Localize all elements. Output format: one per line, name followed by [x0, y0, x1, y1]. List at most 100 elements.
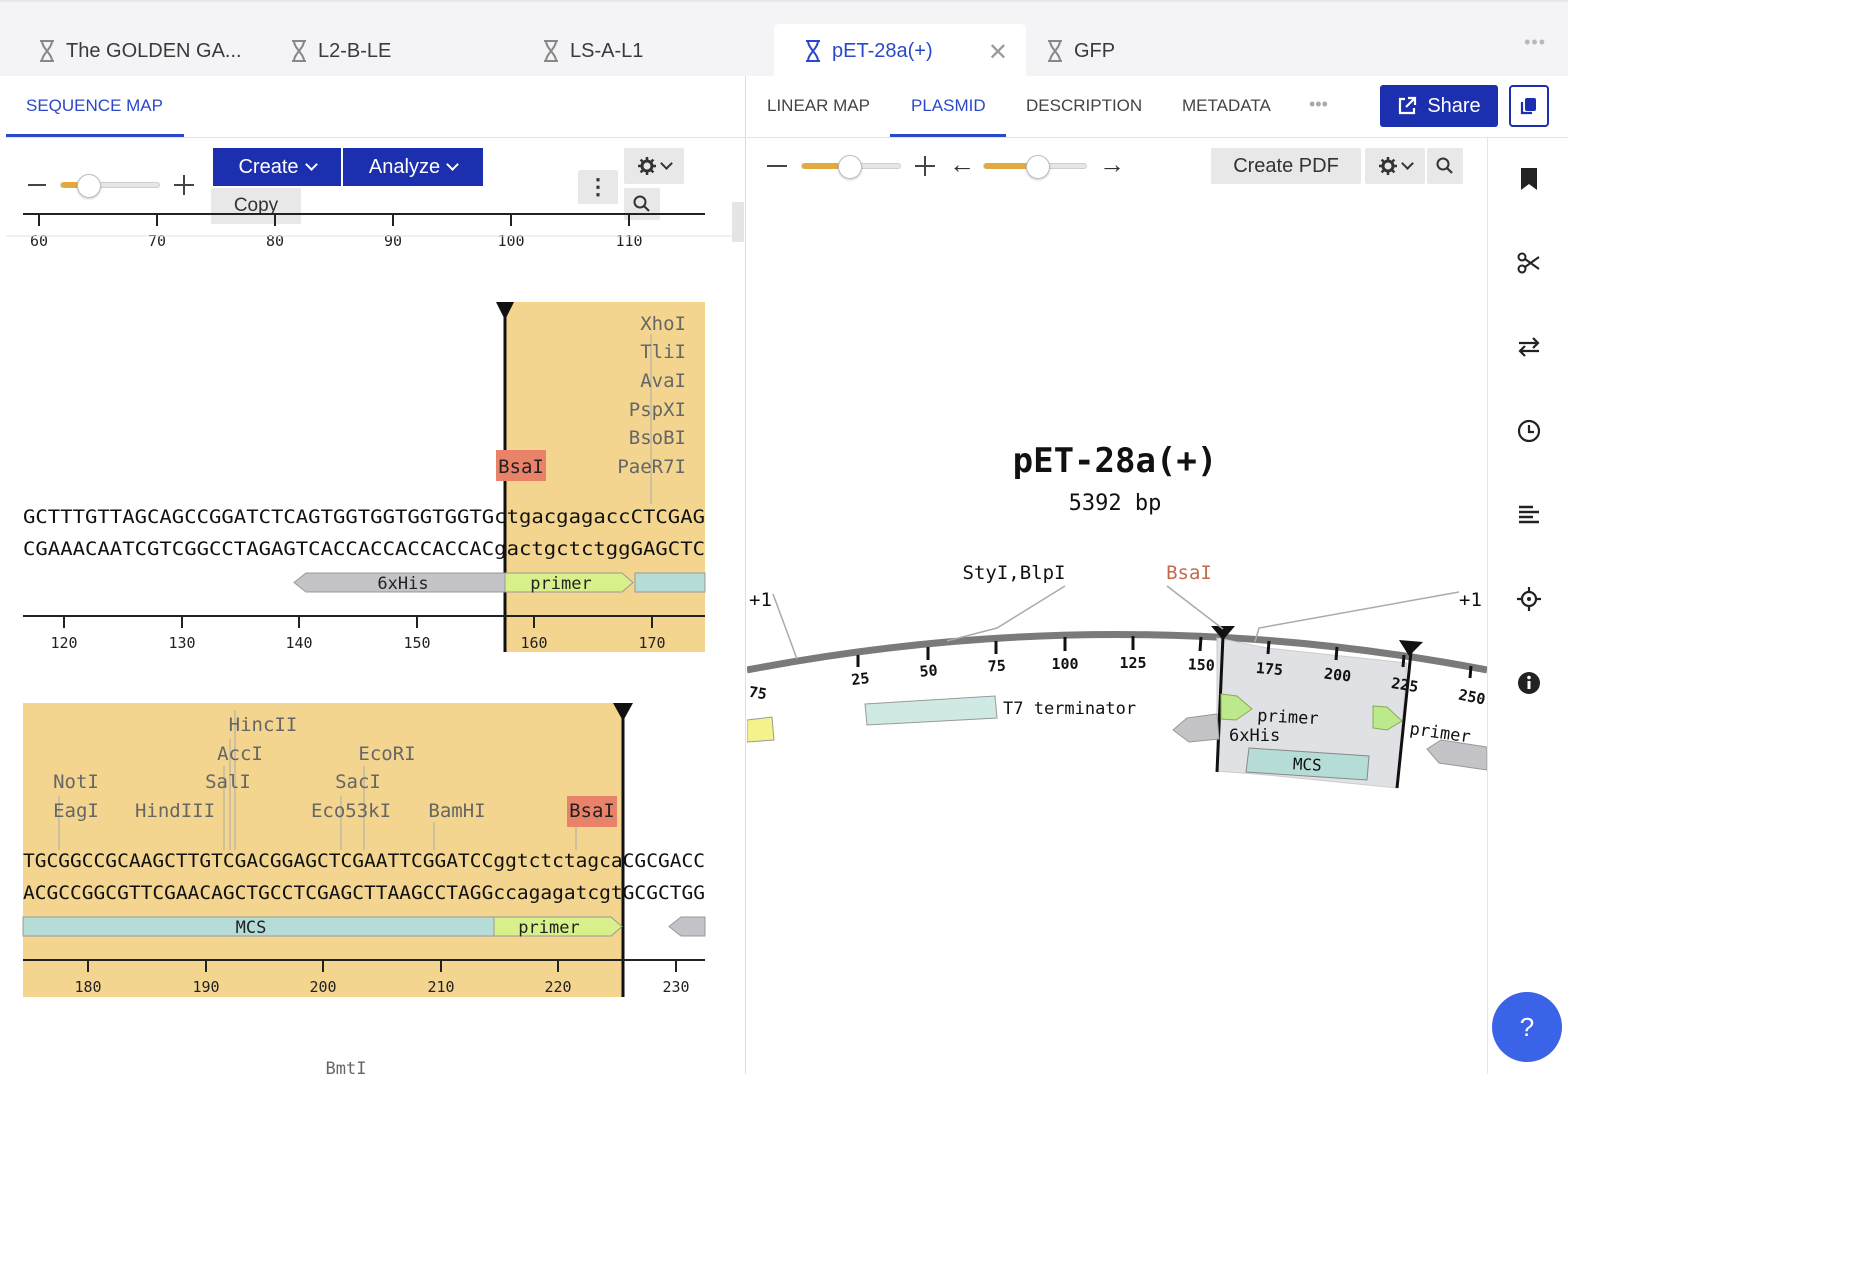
ruler-tick-label: 230	[662, 978, 689, 996]
enzyme-label[interactable]: BmtI	[326, 1059, 367, 1074]
swap-icon[interactable]	[1516, 334, 1542, 360]
info-icon[interactable]	[1516, 670, 1542, 696]
enzyme-label-plus1-left[interactable]: +1	[749, 589, 772, 611]
top-strand-sequence[interactable]: TGCGGCCGCAAGCTTGTCGACGGAGCTCGAATTCGGATCC…	[23, 850, 705, 872]
analyze-button-label: Analyze	[368, 155, 441, 178]
doc-tab-golden-gate[interactable]: The GOLDEN GA...	[8, 24, 258, 78]
dna-icon	[1048, 40, 1062, 62]
bottom-strand-sequence[interactable]: ACGCCGGCGTTCGAACAGCTGCCTCGAGCTTAAGCCTAGG…	[23, 882, 705, 904]
doc-tab-label: GFP	[1074, 39, 1116, 62]
plasmid-name: pET-28a(+)	[1013, 441, 1218, 481]
crosshair-icon[interactable]	[1516, 586, 1542, 612]
tab-description[interactable]: DESCRIPTION	[1026, 96, 1142, 116]
zoom-slider[interactable]	[60, 174, 160, 198]
feature-6xhis-continuation[interactable]	[668, 916, 706, 937]
top-strand-sequence[interactable]: GCTTTGTTAGCAGCCGGATCTCAGTGGTGGTGGTGGTG ct…	[23, 506, 705, 528]
plasmid-tick-label: 175	[1255, 659, 1284, 679]
copy-icon-button[interactable]	[1509, 85, 1549, 127]
ruler-tick-label: 80	[266, 232, 284, 250]
zoom-out-icon[interactable]	[28, 184, 46, 186]
chevron-down-icon	[304, 158, 318, 171]
plasmid-map-canvas: pET-28a(+) 5392 bp 75 25 50 75 100 125 1…	[747, 441, 1487, 789]
enzyme-label[interactable]: EagI	[53, 800, 99, 822]
feature-6xhis[interactable]	[1172, 713, 1220, 743]
more-options-icon[interactable]: ⋮	[578, 170, 618, 204]
doc-tab-label: The GOLDEN GA...	[66, 39, 242, 62]
rotate-left-icon[interactable]: ←	[949, 151, 975, 177]
sequence-map-panel: SEQUENCE MAP Create Analyze Copy ⋮ 60 70…	[6, 76, 746, 1074]
ruler-tick-label: 110	[615, 232, 642, 250]
enzyme-label[interactable]: SalI	[205, 771, 251, 793]
settings-dropdown[interactable]	[624, 148, 684, 184]
enzyme-label[interactable]: PaeR7I	[617, 456, 686, 478]
enzyme-label[interactable]: BsoBI	[629, 427, 686, 449]
plasmid-tick-label: 150	[1187, 655, 1215, 674]
enzyme-label[interactable]: EcoRI	[358, 743, 415, 765]
enzyme-label-bsai[interactable]: BsaI	[1166, 562, 1212, 584]
zoom-slider-knob[interactable]	[77, 174, 101, 198]
sequence-block-2: HincII AccI SalI NotI EagI HindIII EcoRI…	[22, 703, 706, 1074]
feature-t7-terminator[interactable]	[864, 695, 998, 726]
feature-his-fragment[interactable]	[1426, 739, 1487, 771]
enzyme-label[interactable]: PspXI	[629, 399, 686, 421]
zoom-out-icon[interactable]	[767, 165, 787, 167]
bookmark-icon[interactable]	[1516, 166, 1542, 192]
tab-metadata[interactable]: METADATA	[1182, 96, 1271, 116]
side-toolbar	[1487, 138, 1568, 1074]
create-button[interactable]: Create	[213, 148, 341, 186]
bottom-strand-sequence[interactable]: CGAAACAATCGTCGGCCTAGAGTCACCACCACCACCAC ga…	[23, 538, 705, 560]
ruler-tick-label: 170	[638, 634, 665, 652]
more-tabs-icon[interactable]: •••	[1309, 94, 1328, 115]
enzyme-label[interactable]: Eco53kI	[311, 800, 391, 822]
feature-label: T7 terminator	[1003, 699, 1136, 719]
close-tab-icon[interactable]: ✕	[988, 38, 1008, 67]
align-left-icon[interactable]	[1516, 502, 1542, 528]
enzyme-label[interactable]: NotI	[53, 771, 99, 793]
plasmid-tick-label: 200	[1323, 664, 1352, 685]
enzyme-label-styi-blpi[interactable]: StyI,BlpI	[963, 562, 1066, 584]
history-icon[interactable]	[1516, 418, 1542, 444]
search-button[interactable]	[1427, 148, 1463, 184]
ruler-tick-label: 70	[148, 232, 166, 250]
create-pdf-button[interactable]: Create PDF	[1211, 148, 1361, 184]
plasmid-tick-label: 100	[1051, 655, 1078, 673]
tab-sequence-map[interactable]: SEQUENCE MAP	[26, 96, 163, 116]
doc-tab-pet-28a[interactable]: pET-28a(+) ✕	[774, 24, 1026, 78]
enzyme-label[interactable]: SacI	[335, 771, 381, 793]
share-button[interactable]: Share	[1380, 85, 1498, 127]
enzyme-label[interactable]: BamHI	[428, 800, 485, 822]
enzyme-label[interactable]: XhoI	[640, 313, 686, 335]
zoom-slider-knob[interactable]	[838, 155, 862, 179]
rotate-right-icon[interactable]: →	[1099, 151, 1125, 177]
bsai-site-label[interactable]: BsaI	[569, 800, 615, 822]
enzyme-label-plus1-right[interactable]: +1	[1459, 589, 1482, 611]
ruler-tick-label: 210	[427, 978, 454, 996]
more-tabs-icon[interactable]: •••	[1524, 32, 1546, 53]
tab-linear-map[interactable]: LINEAR MAP	[767, 96, 870, 116]
bsai-site-label[interactable]: BsaI	[498, 456, 544, 478]
enzyme-label[interactable]: HindIII	[135, 800, 215, 822]
analyze-button[interactable]: Analyze	[343, 148, 483, 186]
plasmid-zoom-slider[interactable]	[801, 155, 901, 179]
doc-tab-label: pET-28a(+)	[832, 39, 933, 62]
enzyme-label[interactable]: AvaI	[640, 370, 686, 392]
settings-dropdown[interactable]	[1365, 148, 1425, 184]
tab-plasmid[interactable]: PLASMID	[911, 96, 986, 116]
doc-tab-label: LS-A-L1	[570, 39, 644, 62]
doc-tab-l2-b-le[interactable]: L2-B-LE	[260, 24, 510, 78]
ruler-tick-label: 160	[520, 634, 547, 652]
doc-tab-gfp[interactable]: GFP	[1016, 24, 1266, 78]
doc-tab-ls-a-l1[interactable]: LS-A-L1	[512, 24, 762, 78]
zoom-in-icon-bar	[183, 175, 185, 195]
gear-icon	[1378, 157, 1397, 175]
feature-mcs-continuation[interactable]	[634, 572, 706, 593]
enzyme-label[interactable]: HincII	[229, 714, 298, 736]
scissors-icon[interactable]	[1516, 250, 1542, 276]
enzyme-label[interactable]: AccI	[217, 743, 263, 765]
help-button[interactable]: ?	[1492, 992, 1562, 1062]
rotation-slider-knob[interactable]	[1026, 155, 1050, 179]
enzyme-label[interactable]: TliI	[640, 341, 686, 363]
feature-fragment-yellow[interactable]	[747, 716, 775, 743]
rotation-slider[interactable]	[983, 155, 1087, 179]
plasmid-panel: LINEAR MAP PLASMID DESCRIPTION METADATA …	[747, 76, 1568, 1074]
